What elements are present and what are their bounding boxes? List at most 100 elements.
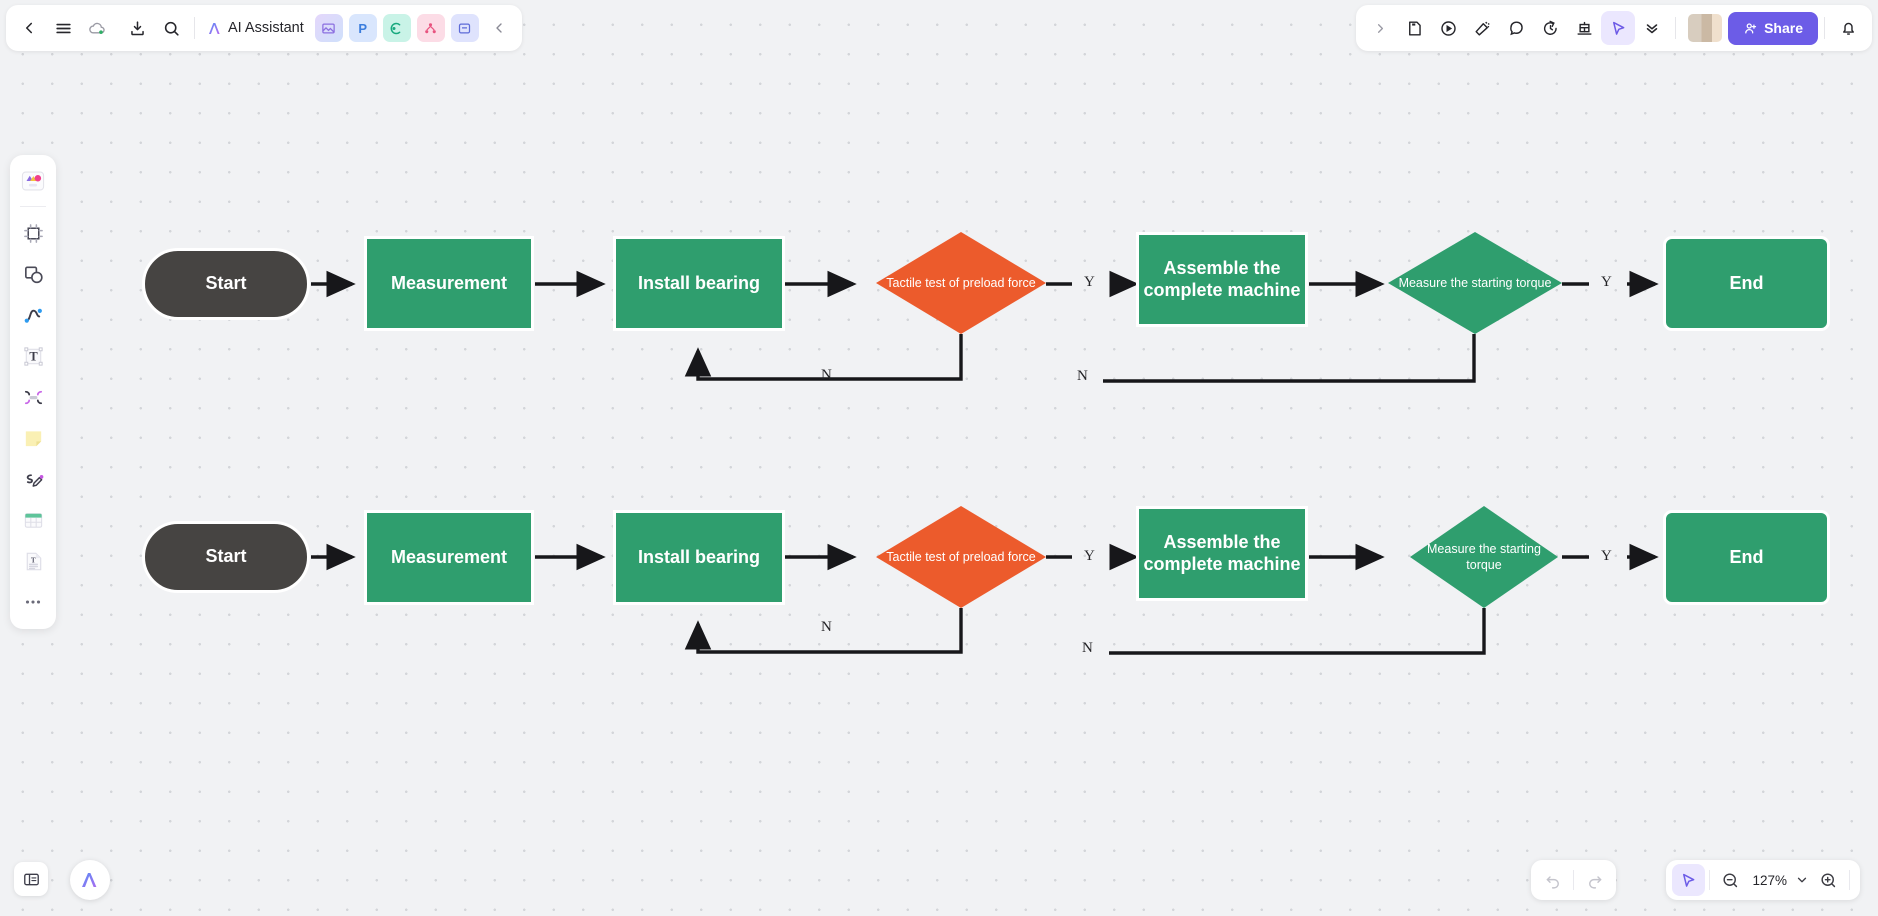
edge-label-yes: Y xyxy=(1084,274,1095,291)
cloud-sync-icon xyxy=(88,19,107,38)
tool-table[interactable] xyxy=(14,501,52,539)
network-app-chip[interactable] xyxy=(417,14,445,42)
presentation-board-button[interactable] xyxy=(1567,11,1601,45)
mindmap-app-chip[interactable] xyxy=(383,14,411,42)
cursor-pointer-button[interactable] xyxy=(1601,11,1635,45)
node-tactile-test[interactable]: Tactile test of preload force xyxy=(876,506,1046,608)
presentation-app-chip[interactable]: P xyxy=(349,14,377,42)
select-tool-button[interactable] xyxy=(1672,864,1705,896)
node-install-bearing[interactable]: Install bearing xyxy=(613,510,785,605)
node-start[interactable]: Start xyxy=(142,248,310,320)
edge-label-no: N xyxy=(821,367,832,384)
presentation-board-icon xyxy=(1575,19,1594,38)
tool-text[interactable]: T xyxy=(14,337,52,375)
node-measure-torque[interactable]: Measure the starting torque xyxy=(1410,506,1558,608)
divider xyxy=(20,206,46,207)
tool-shapes-library[interactable] xyxy=(14,162,52,200)
more-down-button[interactable] xyxy=(1635,11,1669,45)
tool-shape[interactable] xyxy=(14,255,52,293)
cloud-sync-status[interactable] xyxy=(80,11,114,45)
node-label: Measurement xyxy=(391,547,507,568)
share-button[interactable]: Share xyxy=(1728,12,1818,45)
zoom-out-button[interactable] xyxy=(1714,864,1747,896)
node-end[interactable]: End xyxy=(1663,236,1830,331)
node-end[interactable]: End xyxy=(1663,510,1830,605)
node-label: Tactile test of preload force xyxy=(880,549,1041,565)
app-logo-icon xyxy=(78,868,102,892)
zoom-out-icon xyxy=(1721,871,1740,890)
node-label: Tactile test of preload force xyxy=(880,275,1041,291)
comment-button[interactable] xyxy=(1499,11,1533,45)
tool-document[interactable]: T xyxy=(14,542,52,580)
node-assemble-machine[interactable]: Assemble the complete machine xyxy=(1136,232,1308,327)
doc-app-chip[interactable] xyxy=(451,14,479,42)
menu-button[interactable] xyxy=(46,11,80,45)
download-icon xyxy=(128,19,147,38)
play-circle-icon xyxy=(1439,19,1458,38)
zoom-dropdown-button[interactable] xyxy=(1792,864,1812,896)
cursor-select-icon xyxy=(1679,871,1698,890)
node-tactile-test[interactable]: Tactile test of preload force xyxy=(876,232,1046,334)
divider xyxy=(1573,870,1574,890)
expand-toolbar-button[interactable] xyxy=(1363,11,1397,45)
tool-pen[interactable] xyxy=(14,460,52,498)
search-button[interactable] xyxy=(154,11,188,45)
announce-icon xyxy=(1473,19,1492,38)
share-label: Share xyxy=(1764,20,1803,36)
side-panel-toggle[interactable] xyxy=(14,862,48,896)
svg-text:T: T xyxy=(30,556,35,564)
image-app-chip[interactable] xyxy=(315,14,343,42)
play-button[interactable] xyxy=(1431,11,1465,45)
node-label: Install bearing xyxy=(638,273,760,294)
undo-button[interactable] xyxy=(1536,864,1569,896)
network-icon xyxy=(423,21,438,36)
node-label: Assemble the complete machine xyxy=(1139,258,1305,300)
pen-scribble-icon xyxy=(22,468,45,491)
timer-button[interactable] xyxy=(1533,11,1567,45)
side-panel-icon xyxy=(22,870,41,889)
node-measurement[interactable]: Measurement xyxy=(364,236,534,331)
edge-label-no: N xyxy=(1077,368,1088,385)
back-button[interactable] xyxy=(12,11,46,45)
ai-assistant-button[interactable]: AI Assistant xyxy=(201,19,312,38)
node-label: Start xyxy=(205,273,246,294)
tool-more[interactable] xyxy=(14,583,52,621)
notifications-button[interactable] xyxy=(1831,11,1865,45)
collaborator-avatars[interactable] xyxy=(1688,14,1722,42)
tool-sticky-note[interactable] xyxy=(14,419,52,457)
curve-connector-icon xyxy=(22,304,45,327)
node-label: End xyxy=(1730,273,1764,294)
redo-icon xyxy=(1586,871,1604,889)
node-measure-torque[interactable]: Measure the starting torque xyxy=(1388,232,1562,334)
document-text-icon: T xyxy=(22,550,45,573)
node-label: End xyxy=(1730,547,1764,568)
node-label: Install bearing xyxy=(638,547,760,568)
node-assemble-machine[interactable]: Assemble the complete machine xyxy=(1136,506,1308,601)
redo-button[interactable] xyxy=(1578,864,1611,896)
zoom-in-button[interactable] xyxy=(1812,864,1845,896)
image-icon xyxy=(321,21,336,36)
collapse-apps-button[interactable] xyxy=(482,11,516,45)
node-label: Start xyxy=(205,546,246,567)
app-chip-glyph: P xyxy=(358,21,367,36)
divider xyxy=(1709,870,1710,890)
node-measurement[interactable]: Measurement xyxy=(364,510,534,605)
tool-connector[interactable] xyxy=(14,296,52,334)
node-install-bearing[interactable]: Install bearing xyxy=(613,236,785,331)
tool-frame[interactable] xyxy=(14,214,52,252)
hamburger-menu-icon xyxy=(54,19,73,38)
download-button[interactable] xyxy=(120,11,154,45)
announce-button[interactable] xyxy=(1465,11,1499,45)
bell-icon xyxy=(1839,19,1858,38)
edge-label-yes: Y xyxy=(1601,548,1612,565)
chevron-left-icon xyxy=(491,20,507,36)
tool-mind-map[interactable] xyxy=(14,378,52,416)
node-start[interactable]: Start xyxy=(142,521,310,593)
chevrons-down-icon xyxy=(1643,19,1661,37)
svg-text:T: T xyxy=(29,349,38,363)
zoom-level-value[interactable]: 127% xyxy=(1747,873,1792,888)
app-logo[interactable] xyxy=(70,860,110,900)
divider xyxy=(194,17,195,39)
text-T-icon: T xyxy=(22,345,45,368)
sticky-note-button[interactable] xyxy=(1397,11,1431,45)
